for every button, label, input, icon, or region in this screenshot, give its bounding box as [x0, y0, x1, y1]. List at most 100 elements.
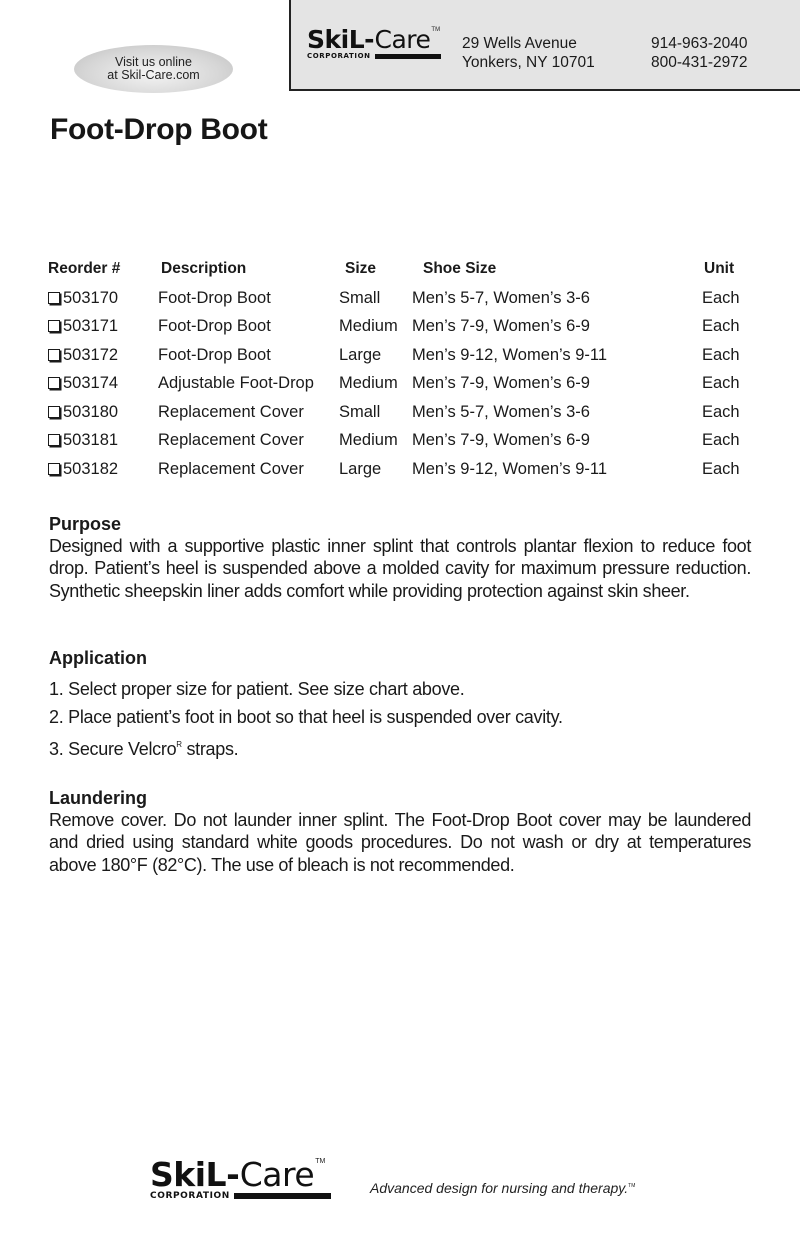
shoe-size-cell: Men’s 7-9, Women’s 6-9: [412, 374, 590, 392]
size-cell: Medium: [339, 317, 398, 335]
application-step: 1. Select proper size for patient. See s…: [49, 679, 465, 699]
logo-brand-dash: -: [226, 1155, 240, 1194]
logo-corporation: CORPORATION: [307, 52, 371, 60]
description-cell: Replacement Cover: [158, 431, 304, 449]
reorder-cell: 503181: [48, 431, 118, 450]
reorder-cell: 503170: [48, 289, 118, 308]
purpose-heading: Purpose: [49, 514, 122, 534]
phone-2: 800-431-2972: [651, 54, 748, 71]
col-description: Description: [161, 260, 247, 277]
reorder-checkbox[interactable]: [48, 377, 60, 389]
unit-cell: Each: [702, 317, 740, 335]
application-step: 2. Place patient’s foot in boot so that …: [49, 707, 563, 727]
step3-prefix: 3. Secure Velcro: [49, 739, 177, 759]
unit-cell: Each: [702, 345, 740, 364]
footer-logo: SkiL - Care TM CORPORATION: [150, 1158, 331, 1201]
logo-trademark: TM: [431, 27, 441, 33]
reorder-number: 503182: [63, 459, 119, 478]
table-row: 503172 Foot-Drop Boot Large Men’s 9-12, …: [48, 343, 768, 372]
reorder-cell: 503180: [48, 403, 118, 422]
visit-line-2: at Skil-Care.com: [107, 68, 200, 82]
phone-numbers: 914-963-2040 800-431-2972: [651, 34, 748, 72]
reorder-number: 503171: [63, 317, 119, 335]
size-cell: Large: [339, 345, 382, 364]
reorder-cell: 503172: [48, 346, 118, 365]
application-heading: Application: [49, 648, 147, 668]
size-cell: Small: [339, 288, 381, 307]
logo-trademark: TM: [315, 1158, 326, 1165]
address-line-2: Yonkers, NY 10701: [462, 54, 595, 71]
description-cell: Foot-Drop Boot: [158, 317, 271, 335]
laundering-heading: Laundering: [49, 788, 147, 808]
phone-1: 914-963-2040: [651, 35, 748, 52]
table-row: 503180 Replacement Cover Small Men’s 5-7…: [48, 400, 768, 429]
shoe-size-cell: Men’s 9-12, Women’s 9-11: [412, 459, 608, 478]
col-shoe-size: Shoe Size: [423, 260, 497, 277]
purpose-body: Designed with a supportive plastic inner…: [49, 536, 751, 601]
purpose-section: Purpose Designed with a supportive plast…: [49, 513, 751, 602]
footer-tagline: Advanced design for nursing and therapy.…: [370, 1180, 635, 1196]
reorder-checkbox[interactable]: [48, 405, 60, 418]
unit-cell: Each: [702, 431, 740, 449]
product-table: Reorder # Description Size Shoe Size Uni…: [48, 257, 768, 485]
logo-corporation: CORPORATION: [150, 1191, 230, 1201]
logo-brand-light: Care: [374, 25, 431, 54]
reorder-checkbox[interactable]: [48, 462, 60, 475]
reorder-checkbox[interactable]: [48, 348, 60, 361]
reorder-number: 503181: [63, 431, 119, 449]
logo-bar: [374, 53, 441, 59]
page-title: Foot-Drop Boot: [50, 113, 268, 146]
application-steps: 1. Select proper size for patient. See s…: [49, 675, 751, 763]
shoe-size-cell: Men’s 9-12, Women’s 9-11: [412, 345, 608, 364]
unit-cell: Each: [702, 374, 740, 392]
reorder-checkbox[interactable]: [48, 320, 60, 332]
skil-care-logo: SkiL - Care TM CORPORATION: [307, 27, 441, 60]
table-header: Reorder # Description Size Shoe Size Uni…: [48, 257, 768, 286]
shoe-size-cell: Men’s 7-9, Women’s 6-9: [412, 431, 590, 449]
logo-brand-bold: SkiL: [307, 25, 365, 54]
unit-cell: Each: [702, 288, 740, 307]
description-cell: Adjustable Foot-Drop: [158, 374, 314, 392]
shoe-size-cell: Men’s 7-9, Women’s 6-9: [412, 317, 590, 335]
tagline-text: Advanced design for nursing and therapy.: [370, 1180, 629, 1196]
reorder-number: 503172: [63, 345, 119, 364]
reorder-number: 503180: [63, 402, 119, 421]
reorder-cell: 503174: [48, 374, 118, 393]
table-row: 503181 Replacement Cover Medium Men’s 7-…: [48, 428, 768, 457]
reorder-checkbox[interactable]: [48, 291, 60, 304]
description-cell: Replacement Cover: [158, 459, 304, 478]
size-cell: Large: [339, 459, 382, 478]
size-cell: Small: [339, 402, 381, 421]
logo-bar: [233, 1193, 331, 1199]
shoe-size-cell: Men’s 5-7, Women’s 3-6: [412, 402, 590, 421]
description-cell: Foot-Drop Boot: [158, 288, 271, 307]
reorder-number: 503170: [63, 288, 119, 307]
size-cell: Medium: [339, 431, 398, 449]
logo-brand-light: Care: [239, 1155, 315, 1194]
description-cell: Foot-Drop Boot: [158, 345, 271, 364]
size-cell: Medium: [339, 374, 398, 392]
reorder-checkbox[interactable]: [48, 434, 60, 446]
col-reorder: Reorder #: [48, 260, 121, 277]
address: 29 Wells Avenue Yonkers, NY 10701: [462, 34, 595, 72]
application-step: 3. Secure VelcroR straps.: [49, 731, 751, 763]
logo-brand-dash: -: [364, 25, 375, 54]
laundering-section: Laundering Remove cover. Do not launder …: [49, 787, 751, 876]
reorder-cell: 503182: [48, 460, 118, 479]
table-row: 503171 Foot-Drop Boot Medium Men’s 7-9, …: [48, 314, 768, 343]
reorder-number: 503174: [63, 374, 119, 392]
unit-cell: Each: [702, 459, 740, 478]
laundering-body: Remove cover. Do not launder inner splin…: [49, 810, 751, 875]
visit-website-link[interactable]: Visit us online at Skil-Care.com: [74, 45, 233, 93]
table-row: 503182 Replacement Cover Large Men’s 9-1…: [48, 457, 768, 486]
table-row: 503170 Foot-Drop Boot Small Men’s 5-7, W…: [48, 286, 768, 315]
application-section: Application 1. Select proper size for pa…: [49, 647, 751, 763]
tagline-trademark: TM: [628, 1183, 636, 1189]
header-contact-box: SkiL - Care TM CORPORATION 29 Wells Avenue …: [289, 0, 800, 91]
step3-suffix: straps.: [181, 739, 239, 759]
reorder-cell: 503171: [48, 317, 118, 336]
unit-cell: Each: [702, 402, 740, 421]
col-unit: Unit: [704, 260, 735, 277]
shoe-size-cell: Men’s 5-7, Women’s 3-6: [412, 288, 590, 307]
table-row: 503174 Adjustable Foot-Drop Medium Men’s…: [48, 371, 768, 400]
